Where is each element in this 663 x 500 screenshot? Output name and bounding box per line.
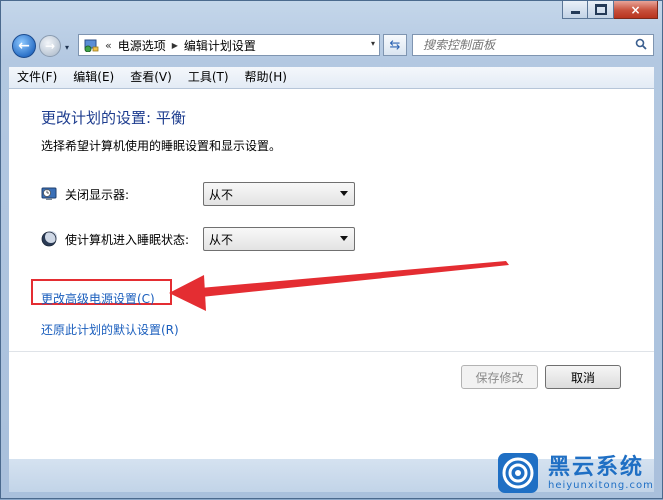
watermark: 黑云系统 heiyunxitong.com <box>498 450 661 496</box>
watermark-text: 黑云系统 heiyunxitong.com <box>548 454 654 491</box>
annotation-arrow <box>169 261 509 311</box>
watermark-logo-icon <box>498 453 538 493</box>
annotation-arrow-shaft <box>200 261 509 297</box>
watermark-title: 黑云系统 <box>548 454 645 480</box>
annotation-arrow-head <box>169 275 206 311</box>
watermark-url: heiyunxitong.com <box>548 479 654 491</box>
control-panel-window: × ← → ▾ « 电源选项 ▶ 编辑计划设置 ▾ ⇆ 搜索控制面板 文件(F)… <box>0 0 663 499</box>
